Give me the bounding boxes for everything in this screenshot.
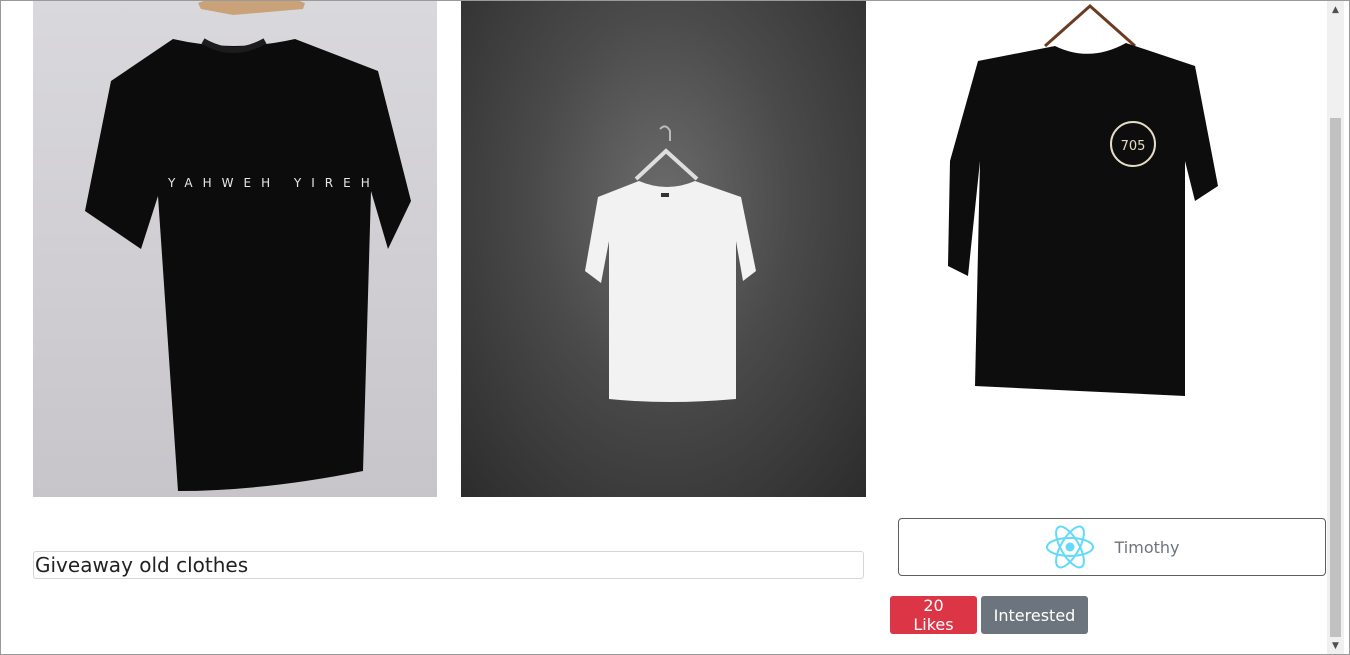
post-title: Giveaway old clothes	[35, 553, 249, 577]
shirt-badge-text: 705	[1121, 139, 1146, 154]
white-shirt-image	[585, 125, 756, 402]
post-photo-2[interactable]	[461, 1, 866, 497]
scrollbar-thumb[interactable]	[1330, 118, 1341, 637]
post-photo-3[interactable]: 705	[890, 1, 1327, 441]
scroll-down-icon[interactable]: ▼	[1327, 637, 1344, 654]
black-shirt-image: YAHWEH YIREH	[85, 1, 411, 491]
shirt-print-text: YAHWEH YIREH	[167, 176, 380, 190]
likes-button[interactable]: 20 Likes	[890, 596, 977, 634]
react-atom-icon	[1045, 524, 1095, 570]
black-shirt-badge-image: 705	[948, 3, 1218, 396]
vertical-scrollbar[interactable]: ▲ ▼	[1327, 1, 1344, 654]
interested-button[interactable]: Interested	[981, 596, 1088, 634]
post-title-box: Giveaway old clothes	[33, 551, 864, 579]
owner-name: Timothy	[1114, 537, 1180, 557]
owner-card[interactable]: Timothy	[898, 518, 1326, 576]
scroll-up-icon[interactable]: ▲	[1327, 1, 1344, 18]
post-photo-1[interactable]: YAHWEH YIREH	[33, 1, 437, 497]
